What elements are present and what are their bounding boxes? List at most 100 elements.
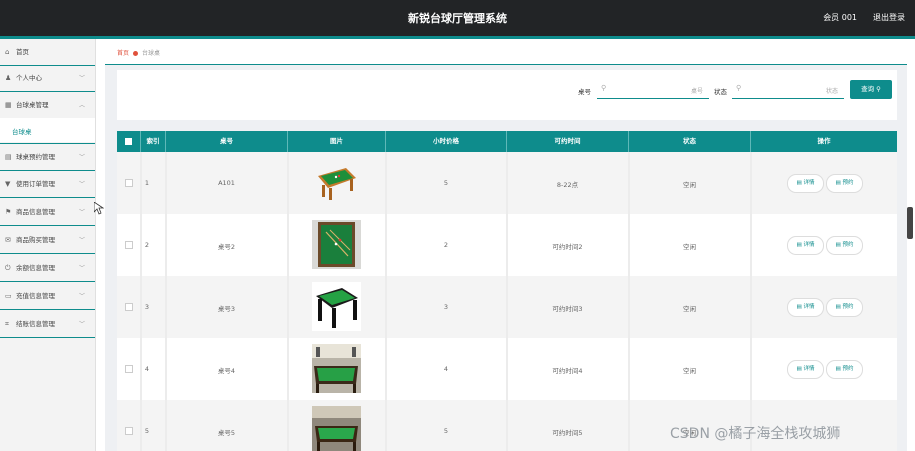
sidebar-item-label: 使用订单管理 (16, 180, 55, 188)
row-index: 1 (144, 179, 150, 187)
hour-price: 4 (443, 365, 449, 373)
reserve-button[interactable]: ▤ 预约 (826, 298, 863, 317)
sidebar-item-recharge-info[interactable]: ▭ 充值信息管理 ﹀ (0, 283, 95, 310)
page-scrollbar[interactable] (907, 207, 913, 239)
available-time: 8-22点 (556, 181, 579, 189)
clipboard-icon: ▤ (5, 153, 12, 161)
hour-price: 3 (443, 303, 449, 311)
table-photo (312, 220, 361, 269)
detail-button-label: 详情 (803, 180, 815, 186)
available-time: 可约时间5 (552, 429, 583, 437)
chevron-down-icon: ﹀ (79, 154, 86, 161)
table-no-label: 桌号 (578, 88, 591, 96)
sidebar-item-usage-orders[interactable]: ▼ 使用订单管理 ﹀ (0, 171, 95, 198)
sidebar-item-label: 充值信息管理 (16, 292, 55, 300)
table-row: 1 A101 5 8-22点 空闲 ▤ 详情 ▤ 预约 (117, 152, 897, 215)
table-number: 桌号5 (217, 429, 236, 437)
chevron-down-icon: ﹀ (79, 237, 86, 244)
sidebar-item-label: 球桌预约管理 (16, 153, 55, 161)
sidebar-subitem-tables[interactable]: 台球桌 (0, 118, 95, 142)
row-index: 4 (144, 365, 150, 373)
sidebar-item-goods-purchase[interactable]: ✉ 商品购买管理 ﹀ (0, 227, 95, 254)
table-status: 空闲 (683, 181, 696, 189)
row-index: 2 (144, 241, 150, 249)
sidebar-item-balance-info[interactable]: ⏻ 余额信息管理 ﹀ (0, 255, 95, 282)
row-checkbox[interactable] (125, 365, 133, 373)
available-time: 可约时间4 (552, 367, 583, 375)
table-status: 空闲 (683, 367, 696, 375)
crop-icon: ⌗ (5, 320, 9, 328)
status-placeholder: 状态 (825, 88, 838, 95)
row-checkbox[interactable] (125, 179, 133, 187)
chevron-down-icon: ﹀ (79, 293, 86, 300)
table-no-input[interactable]: ⚲ 桌号 (597, 82, 709, 99)
reserve-button[interactable]: ▤ 预约 (826, 360, 863, 379)
query-button-label: 查询 (861, 85, 875, 93)
sidebar-item-home[interactable]: ⌂ 首页 (0, 39, 95, 66)
table-row: 4 桌号4 4 可约时间4 空闲 ▤ 详情 ▤ 预约 (117, 338, 897, 401)
chevron-down-icon: ﹀ (79, 181, 86, 188)
table-number: A101 (218, 179, 235, 187)
sidebar-item-reservation-management[interactable]: ▤ 球桌预约管理 ﹀ (0, 143, 95, 171)
table-row: 3 桌号3 3 可约时间3 空闲 ▤ 详情 ▤ 预约 (117, 276, 897, 339)
sidebar-item-label: 结账信息管理 (16, 320, 55, 328)
row-checkbox[interactable] (125, 241, 133, 249)
row-checkbox[interactable] (125, 427, 133, 435)
detail-button[interactable]: ▤ 详情 (787, 174, 824, 193)
sidebar-item-personal-center[interactable]: ♟ 个人中心 ﹀ (0, 65, 95, 92)
reserve-button[interactable]: ▤ 预约 (826, 236, 863, 255)
flag-icon: ⚑ (5, 208, 12, 216)
mail-icon: ✉ (5, 236, 11, 244)
detail-button[interactable]: ▤ 详情 (787, 236, 824, 255)
hour-price: 2 (443, 241, 449, 249)
breadcrumb-home[interactable]: 首页 (117, 50, 129, 57)
chevron-up-icon: ︿ (79, 102, 86, 109)
row-checkbox[interactable] (125, 303, 133, 311)
sidebar-item-label: 余额信息管理 (16, 264, 55, 272)
detail-button-label: 详情 (803, 366, 815, 372)
sidebar-item-goods-info[interactable]: ⚑ 商品信息管理 ﹀ (0, 199, 95, 226)
detail-button-label: 详情 (803, 242, 815, 248)
table-number: 桌号3 (217, 305, 236, 313)
breadcrumb-current: 台球桌 (142, 50, 161, 57)
detail-button[interactable]: ▤ 详情 (787, 360, 824, 379)
status-input[interactable]: ⚲ 状态 (732, 82, 844, 99)
sidebar-item-label: 个人中心 (16, 74, 42, 82)
hour-price: 5 (443, 427, 449, 435)
chevron-down-icon: ﹀ (79, 209, 86, 216)
sidebar-item-label: 首页 (16, 48, 29, 56)
logout-button[interactable]: 退出登录 (873, 12, 905, 23)
home-icon: ⌂ (5, 48, 10, 56)
sidebar-subitem-label: 台球桌 (12, 128, 32, 136)
table-photo (312, 158, 361, 207)
sidebar-item-table-management[interactable]: ▦ 台球桌管理 ︿ (0, 92, 95, 118)
mouse-cursor-icon (94, 202, 104, 215)
table-photo (312, 406, 361, 451)
table-no-placeholder: 桌号 (690, 88, 703, 95)
table-photo (312, 344, 361, 393)
reserve-button-label: 预约 (842, 366, 854, 372)
reserve-button[interactable]: ▤ 预约 (826, 174, 863, 193)
user-icon: ♟ (5, 74, 12, 82)
topbar-accent-line (0, 36, 915, 39)
column-header: 索引 (141, 131, 166, 152)
query-button[interactable]: 查询 ⚲ (850, 80, 892, 99)
app-title: 新锐台球厅管理系统 (408, 12, 507, 25)
grid-icon: ▦ (5, 101, 12, 109)
detail-button-label: 详情 (803, 304, 815, 310)
detail-button[interactable]: ▤ 详情 (787, 298, 824, 317)
power-icon: ⏻ (5, 264, 11, 272)
search-icon: ⚲ (601, 84, 607, 92)
row-index: 5 (144, 427, 150, 435)
sidebar-item-checkout-info[interactable]: ⌗ 结账信息管理 ﹀ (0, 311, 95, 338)
column-header: 桌号 (166, 131, 288, 152)
hour-price: 5 (443, 179, 449, 187)
select-all-cell (117, 131, 141, 152)
chevron-down-icon: ﹀ (79, 321, 86, 328)
column-header: 可约时间 (507, 131, 629, 152)
column-header: 图片 (288, 131, 386, 152)
column-header: 小时价格 (386, 131, 507, 152)
table-number: 桌号4 (217, 367, 236, 375)
chevron-down-icon: ﹀ (79, 265, 86, 272)
select-all-checkbox[interactable] (125, 138, 132, 145)
